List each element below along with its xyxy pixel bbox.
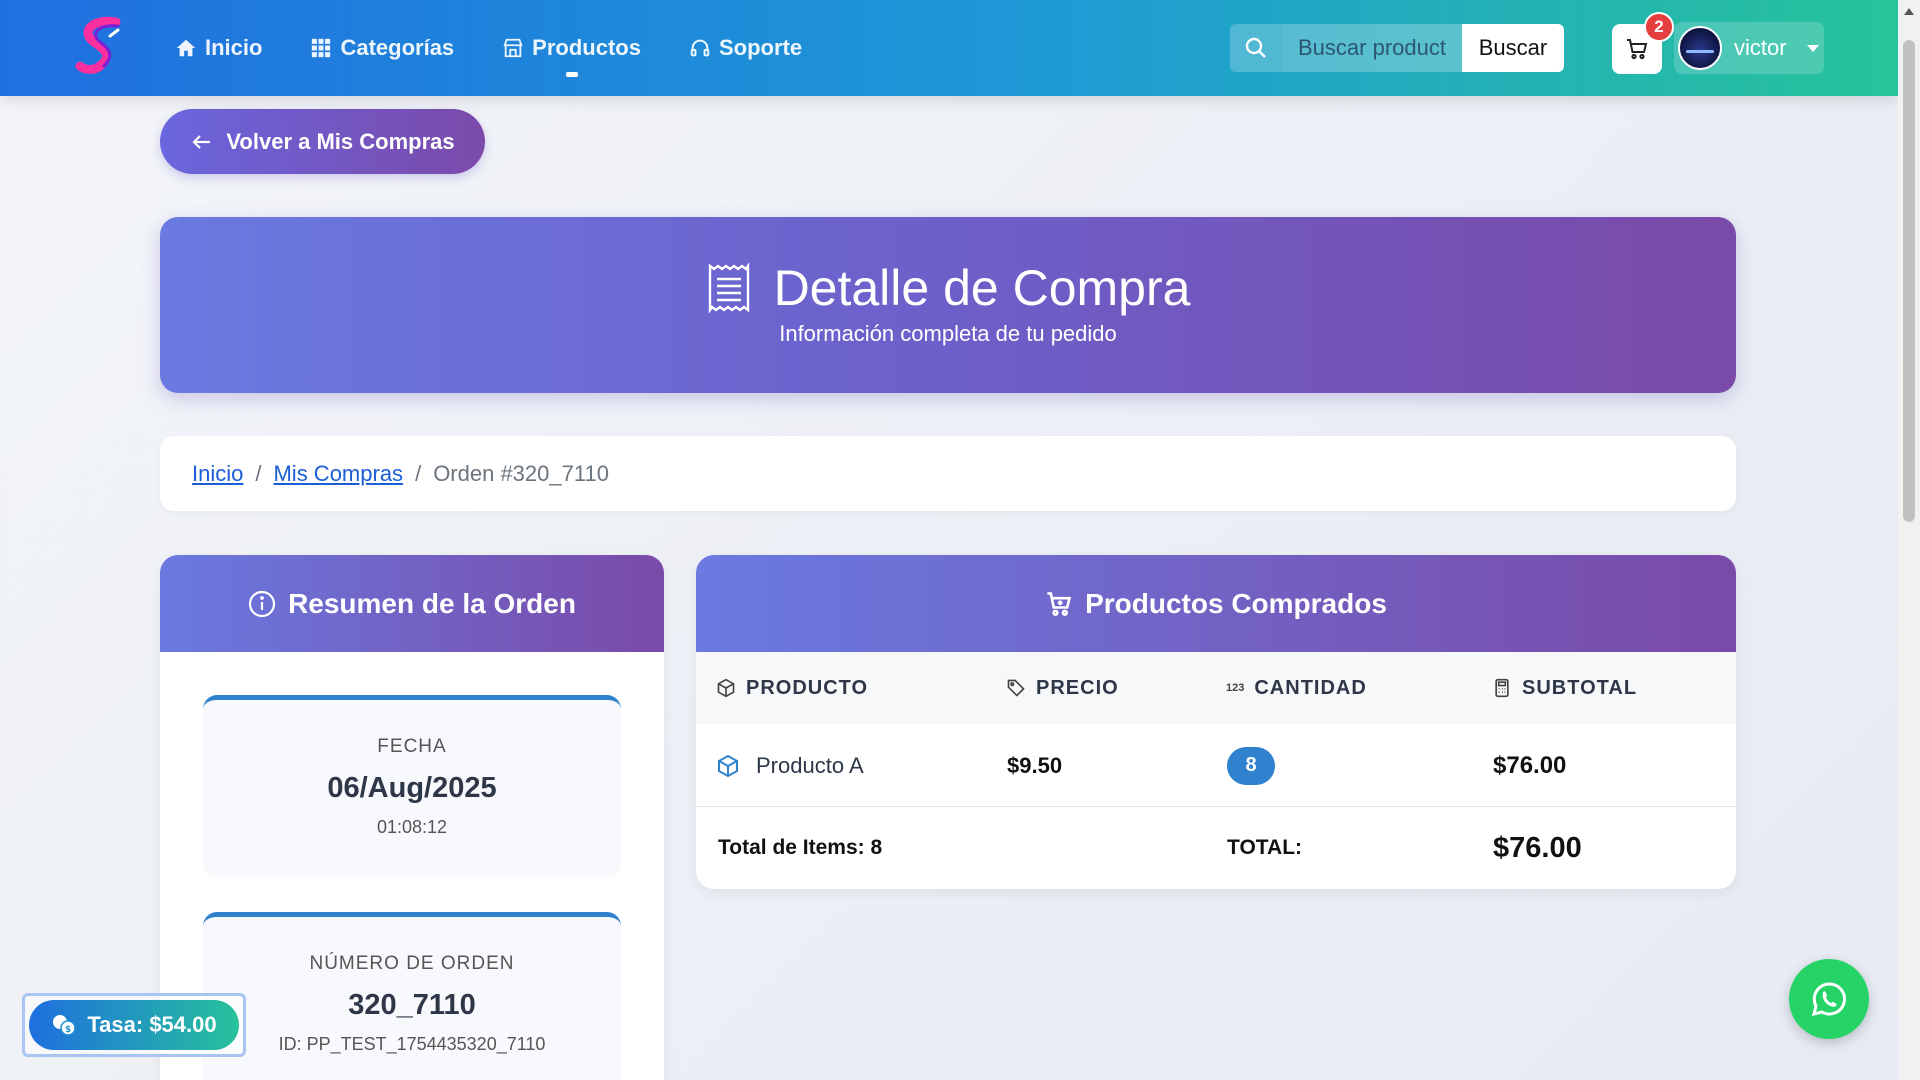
purchased-products-title: Productos Comprados xyxy=(1085,587,1387,619)
breadcrumb-separator: / xyxy=(415,460,422,486)
whatsapp-icon xyxy=(1811,982,1846,1017)
table-row: Producto A $9.50 8 $76.00 xyxy=(696,724,1736,807)
nav-link-label: Soporte xyxy=(718,35,803,60)
breadcrumb-current: Orden #320_7110 xyxy=(433,460,609,486)
total-value: $76.00 xyxy=(1493,831,1582,864)
scroll-up-arrow-icon[interactable] xyxy=(1904,8,1914,15)
calculator-icon xyxy=(1495,678,1509,698)
nav-links: Inicio Categorías Productos Soporte xyxy=(175,0,802,96)
back-to-purchases-button[interactable]: Volver a Mis Compras xyxy=(160,109,485,174)
user-menu[interactable]: victor xyxy=(1674,22,1824,74)
breadcrumb-separator: / xyxy=(255,460,262,486)
coins-icon: $ xyxy=(53,1015,77,1036)
nav-link-inicio[interactable]: Inicio xyxy=(175,35,262,61)
headset-icon xyxy=(690,39,710,57)
column-header-label: PRODUCTO xyxy=(746,676,869,699)
date-value: 06/Aug/2025 xyxy=(327,772,497,804)
avatar xyxy=(1678,26,1722,70)
page-scrollbar[interactable] xyxy=(1898,0,1920,1080)
order-summary-title: Resumen de la Orden xyxy=(288,587,576,619)
nav-link-label: Productos xyxy=(532,35,641,60)
page-subtitle: Información completa de tu pedido xyxy=(779,321,1117,346)
purchased-products-card: Productos Comprados PRODUCTO PRECIO 123 … xyxy=(696,555,1736,889)
search-input[interactable] xyxy=(1282,24,1462,72)
cart-icon xyxy=(1627,39,1648,60)
svg-text:$: $ xyxy=(65,1025,71,1035)
column-header-label: PRECIO xyxy=(1036,676,1119,699)
brand-logo[interactable] xyxy=(72,16,130,78)
order-number-value: 320_7110 xyxy=(348,989,476,1021)
nav-link-label: Categorías xyxy=(340,35,455,60)
table-footer: Total de Items: 8 TOTAL: $76.00 xyxy=(696,807,1736,889)
product-cell: Producto A xyxy=(716,724,864,807)
search-button[interactable]: Buscar xyxy=(1462,24,1564,72)
numbers-icon: 123 xyxy=(1226,682,1245,694)
chevron-down-icon xyxy=(1806,44,1819,52)
purchased-products-header: Productos Comprados xyxy=(696,555,1736,652)
order-summary-header: Resumen de la Orden xyxy=(160,555,664,652)
column-header-label: CANTIDAD xyxy=(1254,676,1367,699)
store-icon xyxy=(503,38,523,58)
nav-link-productos[interactable]: Productos xyxy=(502,35,641,61)
column-header-label: SUBTOTAL xyxy=(1522,676,1638,699)
cart-count-badge: 2 xyxy=(1644,12,1674,42)
date-label: FECHA xyxy=(377,736,447,757)
page-title-text: Detalle de Compra xyxy=(773,260,1191,316)
back-button-label: Volver a Mis Compras xyxy=(226,128,455,154)
time-value: 01:08:12 xyxy=(376,817,448,837)
exchange-rate-badge[interactable]: $ Tasa: $54.00 xyxy=(29,1000,239,1050)
navbar: Inicio Categorías Productos Soporte Busc… xyxy=(0,0,1898,96)
nav-link-categorias[interactable]: Categorías xyxy=(310,35,454,61)
grid-icon xyxy=(312,38,331,58)
column-header-price: PRECIO xyxy=(1006,652,1119,724)
breadcrumb-purchases-link[interactable]: Mis Compras xyxy=(273,461,403,487)
box-icon xyxy=(717,678,735,698)
subtotal-cell: $76.00 xyxy=(1493,751,1567,779)
scroll-thumb[interactable] xyxy=(1903,40,1915,522)
column-header-product: PRODUCTO xyxy=(716,652,868,724)
date-info-box: FECHA 06/Aug/2025 01:08:12 xyxy=(203,695,621,877)
home-icon xyxy=(176,39,196,57)
product-name: Producto A xyxy=(756,752,864,778)
arrow-left-icon xyxy=(192,134,211,149)
cart-icon xyxy=(1047,591,1072,616)
quantity-badge: 8 xyxy=(1227,746,1275,785)
price-cell: $9.50 xyxy=(1007,752,1063,778)
breadcrumb: Inicio / Mis Compras / Orden #320_7110 xyxy=(160,436,1736,511)
box-icon xyxy=(718,754,738,777)
info-icon xyxy=(248,590,276,617)
breadcrumb-home-link[interactable]: Inicio xyxy=(192,461,243,487)
user-name: victor xyxy=(1734,35,1787,60)
quantity-cell: 8 xyxy=(1227,724,1275,807)
total-items: Total de Items: 8 xyxy=(718,836,883,859)
page-title: Detalle de Compra xyxy=(160,259,1736,317)
order-number-label: NÚMERO DE ORDEN xyxy=(309,953,515,974)
nav-link-label: Inicio xyxy=(205,35,263,60)
table-header: PRODUCTO PRECIO 123 CANTIDAD SUBTOTAL xyxy=(696,652,1736,724)
receipt-icon xyxy=(708,263,749,313)
total-label: TOTAL: xyxy=(1227,836,1303,859)
tag-icon xyxy=(1007,679,1025,697)
cart-button[interactable]: 2 xyxy=(1612,12,1674,74)
column-header-quantity: 123 CANTIDAD xyxy=(1226,652,1367,724)
nav-link-soporte[interactable]: Soporte xyxy=(689,35,802,61)
column-header-subtotal: SUBTOTAL xyxy=(1492,652,1637,724)
order-id: ID: PP_TEST_1754435320_7110 xyxy=(278,1034,546,1054)
page-hero: Detalle de Compra Información completa d… xyxy=(160,217,1736,393)
search-icon xyxy=(1230,24,1282,72)
order-number-info-box: NÚMERO DE ORDEN 320_7110 ID: PP_TEST_175… xyxy=(203,912,621,1080)
search-group: Buscar xyxy=(1230,24,1564,72)
whatsapp-button[interactable] xyxy=(1789,959,1869,1039)
exchange-rate-widget[interactable]: $ Tasa: $54.00 xyxy=(22,993,246,1057)
exchange-rate-text: Tasa: $54.00 xyxy=(87,1012,217,1037)
